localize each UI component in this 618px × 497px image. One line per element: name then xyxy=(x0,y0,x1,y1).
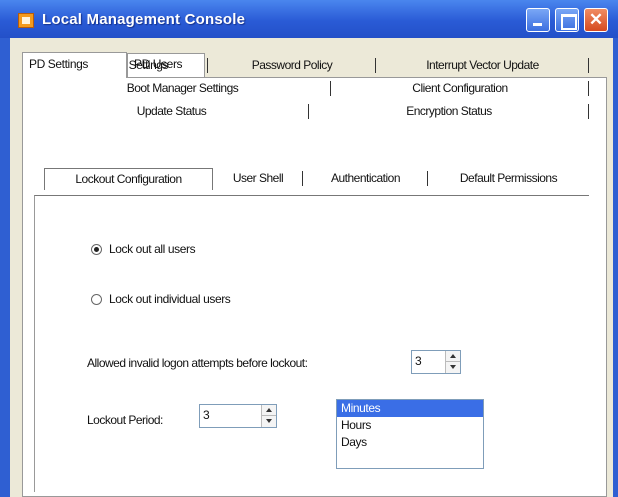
tab-pd-settings[interactable]: PD Settings xyxy=(22,52,127,78)
close-button[interactable]: ✕ xyxy=(584,8,608,32)
tab-boot-manager-settings[interactable]: Boot Manager Settings xyxy=(34,78,331,100)
tab-encryption-status[interactable]: Encryption Status xyxy=(309,101,589,123)
tab-lockout-configuration[interactable]: Lockout Configuration xyxy=(44,168,213,190)
lockout-period-unit-list[interactable]: Minutes Hours Days xyxy=(336,399,484,469)
inner-tab-row-3: Update Status Encryption Status xyxy=(34,101,589,125)
stepper-arrows xyxy=(261,405,276,427)
window-title: Local Management Console xyxy=(42,11,246,28)
app-icon xyxy=(18,13,34,28)
up-arrow-icon[interactable] xyxy=(262,405,276,416)
invalid-attempts-label: Allowed invalid logon attempts before lo… xyxy=(87,356,308,370)
down-arrow-icon[interactable] xyxy=(446,362,460,373)
unit-option-minutes[interactable]: Minutes xyxy=(337,400,483,417)
lockout-configuration-panel: Lock out all users Lock out individual u… xyxy=(34,195,589,492)
tab-default-permissions[interactable]: Default Permissions xyxy=(428,168,589,190)
radio-lock-out-all-users[interactable]: Lock out all users xyxy=(91,242,196,256)
title-bar[interactable]: Local Management Console ✕ xyxy=(0,0,618,38)
tab-authentication[interactable]: Authentication xyxy=(303,168,428,190)
maximize-button[interactable] xyxy=(555,8,579,32)
tab-client-configuration[interactable]: Client Configuration xyxy=(331,78,589,100)
invalid-attempts-stepper[interactable]: 3 xyxy=(411,350,461,374)
radio-lock-out-individual-users[interactable]: Lock out individual users xyxy=(91,292,231,306)
close-icon: ✕ xyxy=(588,10,604,29)
tab-password-policy[interactable]: Password Policy xyxy=(208,55,376,77)
lockout-period-stepper[interactable]: 3 xyxy=(199,404,277,428)
stepper-arrows xyxy=(445,351,460,373)
tab-interrupt-vector-update[interactable]: Interrupt Vector Update xyxy=(376,55,589,77)
console-window: Local Management Console ✕ PD Settings P… xyxy=(0,0,618,497)
radio-label: Lock out individual users xyxy=(109,292,231,306)
radio-checked-icon xyxy=(91,243,102,255)
lockout-period-value[interactable]: 3 xyxy=(203,408,210,422)
minimize-button[interactable] xyxy=(526,8,550,32)
tab-update-status[interactable]: Update Status xyxy=(34,101,309,123)
unit-option-hours[interactable]: Hours xyxy=(337,417,483,434)
unit-option-days[interactable]: Days xyxy=(337,434,483,451)
radio-unchecked-icon xyxy=(91,293,102,305)
lockout-period-label: Lockout Period: xyxy=(87,413,163,427)
inner-tab-row-2: Boot Manager Settings Client Configurati… xyxy=(34,78,589,102)
up-arrow-icon[interactable] xyxy=(446,351,460,362)
inner-tab-row-4: Lockout Configuration User Shell Authent… xyxy=(44,168,589,192)
radio-label: Lock out all users xyxy=(109,242,196,256)
invalid-attempts-value[interactable]: 3 xyxy=(415,354,422,368)
down-arrow-icon[interactable] xyxy=(262,416,276,427)
tab-user-shell[interactable]: User Shell xyxy=(213,168,303,190)
